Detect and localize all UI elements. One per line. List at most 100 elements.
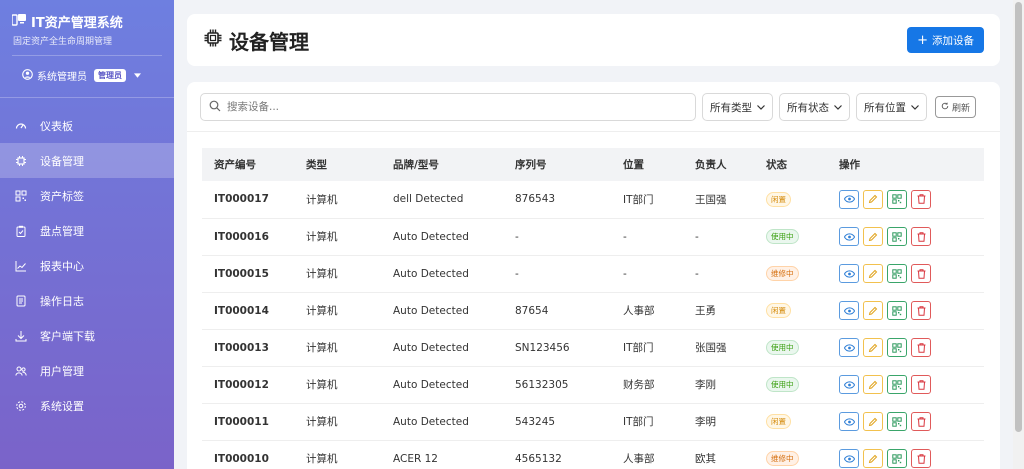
sidebar-item-reports[interactable]: 报表中心 <box>0 248 174 283</box>
type-filter-select[interactable]: 所有类型 <box>702 93 773 121</box>
asset-id-cell: IT000011 <box>214 415 269 428</box>
search-input[interactable] <box>227 101 687 113</box>
view-button[interactable] <box>839 264 859 283</box>
column-header[interactable]: 负责人 <box>683 148 754 181</box>
scrollbar-thumb[interactable] <box>1015 2 1022 432</box>
edit-button[interactable] <box>863 189 883 209</box>
table-row[interactable]: IT000017 计算机 dell Detected 876543 IT部门 王国强 闲置 <box>202 181 984 218</box>
table-header-row: 资产编号 类型 品牌/型号 序列号 位置 负责人 状态 操作 <box>202 148 984 181</box>
edit-button[interactable] <box>863 227 883 246</box>
qrcode-button[interactable] <box>887 189 907 209</box>
view-button[interactable] <box>839 189 859 209</box>
view-button[interactable] <box>839 301 859 320</box>
column-header[interactable]: 类型 <box>294 148 381 181</box>
asset-id-cell: IT000010 <box>214 452 269 465</box>
sidebar-item-logs[interactable]: 操作日志 <box>0 283 174 318</box>
pencil-icon <box>868 343 878 353</box>
table-row[interactable]: IT000011 计算机 Auto Detected 543245 IT部门 李明 闲置 <box>202 403 984 440</box>
delete-button[interactable] <box>911 338 931 357</box>
table-row[interactable]: IT000016 计算机 Auto Detected - - - 使用中 <box>202 218 984 255</box>
column-header[interactable]: 品牌/型号 <box>381 148 503 181</box>
view-button[interactable] <box>839 227 859 246</box>
trash-icon <box>917 379 926 390</box>
refresh-label: 刷新 <box>952 103 971 114</box>
model-cell: Auto Detected <box>393 230 469 243</box>
eye-icon <box>843 343 855 352</box>
column-header[interactable]: 位置 <box>611 148 683 181</box>
page-scrollbar[interactable] <box>1013 0 1024 469</box>
table-row[interactable]: IT000015 计算机 Auto Detected - - - 维修中 <box>202 255 984 292</box>
edit-button[interactable] <box>863 375 883 394</box>
status-badge: 闲置 <box>766 191 791 207</box>
location-cell: IT部门 <box>623 416 654 428</box>
column-header[interactable]: 序列号 <box>503 148 611 181</box>
table-row[interactable]: IT000012 计算机 Auto Detected 56132305 财务部 李刚 使用中 <box>202 366 984 403</box>
log-icon <box>15 295 27 307</box>
location-cell: IT部门 <box>623 193 654 206</box>
sidebar-item-download[interactable]: 客户端下载 <box>0 318 174 353</box>
sidebar-item-settings[interactable]: 系统设置 <box>0 388 174 423</box>
view-button[interactable] <box>839 412 859 431</box>
chevron-down-icon <box>834 101 842 113</box>
device-table: 资产编号 类型 品牌/型号 序列号 位置 负责人 状态 操作 IT000017 计… <box>202 148 984 469</box>
sidebar-item-inventory[interactable]: 盘点管理 <box>0 213 174 248</box>
delete-button[interactable] <box>911 264 931 283</box>
sidebar-item-label: 仪表板 <box>40 119 73 133</box>
qrcode-button[interactable] <box>887 449 907 468</box>
sidebar-item-users[interactable]: 用户管理 <box>0 353 174 388</box>
location-filter-select[interactable]: 所有位置 <box>856 93 927 121</box>
delete-button[interactable] <box>911 227 931 246</box>
qrcode-button[interactable] <box>887 301 907 320</box>
sidebar-item-dashboard[interactable]: 仪表板 <box>0 108 174 143</box>
page-header: 设备管理 + 添加设备 <box>187 14 1000 66</box>
delete-button[interactable] <box>911 375 931 394</box>
sidebar-item-label: 客户端下载 <box>40 329 95 343</box>
delete-button[interactable] <box>911 412 931 431</box>
table-row[interactable]: IT000010 计算机 ACER 12 4565132 人事部 欧其 维修中 <box>202 440 984 469</box>
sidebar-item-label: 盘点管理 <box>40 224 84 238</box>
add-device-button[interactable]: + 添加设备 <box>907 27 984 53</box>
edit-button[interactable] <box>863 301 883 320</box>
table-row[interactable]: IT000013 计算机 Auto Detected SN123456 IT部门 张国强 使… <box>202 329 984 366</box>
dashboard-icon <box>15 120 27 132</box>
table-row[interactable]: IT000014 计算机 Auto Detected 87654 人事部 王勇 闲置 <box>202 292 984 329</box>
view-button[interactable] <box>839 449 859 468</box>
qr-icon <box>892 305 902 316</box>
actions-cell <box>827 218 984 255</box>
status-filter-select[interactable]: 所有状态 <box>779 93 850 121</box>
view-button[interactable] <box>839 375 859 394</box>
sidebar-item-devices[interactable]: 设备管理 <box>0 143 174 178</box>
edit-button[interactable] <box>863 449 883 468</box>
owner-cell: 张国强 <box>695 342 727 354</box>
row-actions <box>839 375 984 394</box>
delete-button[interactable] <box>911 301 931 320</box>
qrcode-button[interactable] <box>887 227 907 246</box>
pencil-icon <box>868 380 878 390</box>
sidebar-nav: 仪表板 设备管理 资产标签 盘点管理 报表中心 操作日志 客户端下载 用户管理 <box>0 108 174 423</box>
sidebar-item-asset-tags[interactable]: 资产标签 <box>0 178 174 213</box>
edit-button[interactable] <box>863 412 883 431</box>
edit-button[interactable] <box>863 338 883 357</box>
qrcode-button[interactable] <box>887 338 907 357</box>
row-actions <box>839 227 984 246</box>
row-actions <box>839 449 984 468</box>
status-cell: 使用中 <box>754 218 827 255</box>
user-circle-icon <box>22 68 33 83</box>
asset-id-cell: IT000014 <box>214 304 269 317</box>
refresh-button[interactable]: 刷新 <box>935 96 977 118</box>
divider <box>0 97 174 98</box>
qrcode-button[interactable] <box>887 412 907 431</box>
delete-button[interactable] <box>911 189 931 209</box>
app-subtitle: 固定资产全生命周期管理 <box>13 37 113 47</box>
owner-cell: 王勇 <box>695 305 716 317</box>
edit-button[interactable] <box>863 264 883 283</box>
qrcode-button[interactable] <box>887 264 907 283</box>
user-menu[interactable]: 系统管理员 管理员 <box>0 56 174 83</box>
view-button[interactable] <box>839 338 859 357</box>
delete-button[interactable] <box>911 449 931 468</box>
qrcode-button[interactable] <box>887 375 907 394</box>
model-cell: ACER 12 <box>393 452 438 465</box>
column-header[interactable]: 状态 <box>754 148 827 181</box>
column-header[interactable]: 资产编号 <box>202 148 294 181</box>
actions-cell <box>827 181 984 218</box>
